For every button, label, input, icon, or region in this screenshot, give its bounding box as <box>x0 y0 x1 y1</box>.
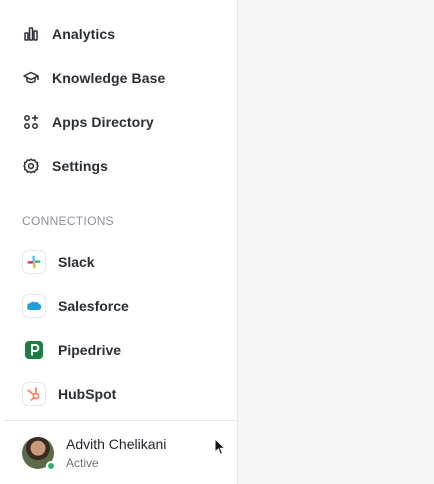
mouse-cursor-icon <box>214 438 227 456</box>
user-profile[interactable]: Advith Chelikani Active <box>22 436 167 471</box>
connections-section-label: CONNECTIONS <box>22 214 114 228</box>
sidebar-item-label: Analytics <box>52 26 116 42</box>
connection-label: Slack <box>58 254 95 270</box>
connection-label: Pipedrive <box>58 342 122 358</box>
hubspot-logo-icon <box>22 382 46 406</box>
user-name: Advith Chelikani <box>66 436 167 452</box>
sidebar-item-settings[interactable]: Settings <box>4 148 230 184</box>
salesforce-logo-icon <box>22 294 46 318</box>
user-status: Active <box>66 456 99 470</box>
connection-label: HubSpot <box>58 386 117 402</box>
slack-logo-icon <box>22 250 46 274</box>
avatar <box>22 437 56 471</box>
sidebar-item-label: Knowledge Base <box>52 70 166 86</box>
connection-item-hubspot[interactable]: HubSpot <box>4 376 230 412</box>
bar-chart-icon <box>22 25 40 43</box>
sidebar-item-label: Apps Directory <box>52 114 154 130</box>
graduation-cap-icon <box>22 69 40 87</box>
gear-icon <box>22 157 40 175</box>
apps-plus-icon <box>22 113 40 131</box>
sidebar-item-analytics[interactable]: Analytics <box>4 16 230 52</box>
pipedrive-logo-icon <box>22 338 46 362</box>
sidebar-item-knowledge-base[interactable]: Knowledge Base <box>4 60 230 96</box>
sidebar-item-label: Settings <box>52 158 109 174</box>
sidebar-divider <box>4 420 237 421</box>
status-indicator <box>46 461 56 471</box>
connection-label: Salesforce <box>58 298 129 314</box>
sidebar-item-apps-directory[interactable]: Apps Directory <box>4 104 230 140</box>
main-content-area <box>248 0 434 484</box>
connection-item-pipedrive[interactable]: Pipedrive <box>4 332 230 368</box>
connection-item-salesforce[interactable]: Salesforce <box>4 288 230 324</box>
connection-item-slack[interactable]: Slack <box>4 244 230 280</box>
sidebar: Analytics Knowledge Base Apps Directory <box>0 0 238 484</box>
